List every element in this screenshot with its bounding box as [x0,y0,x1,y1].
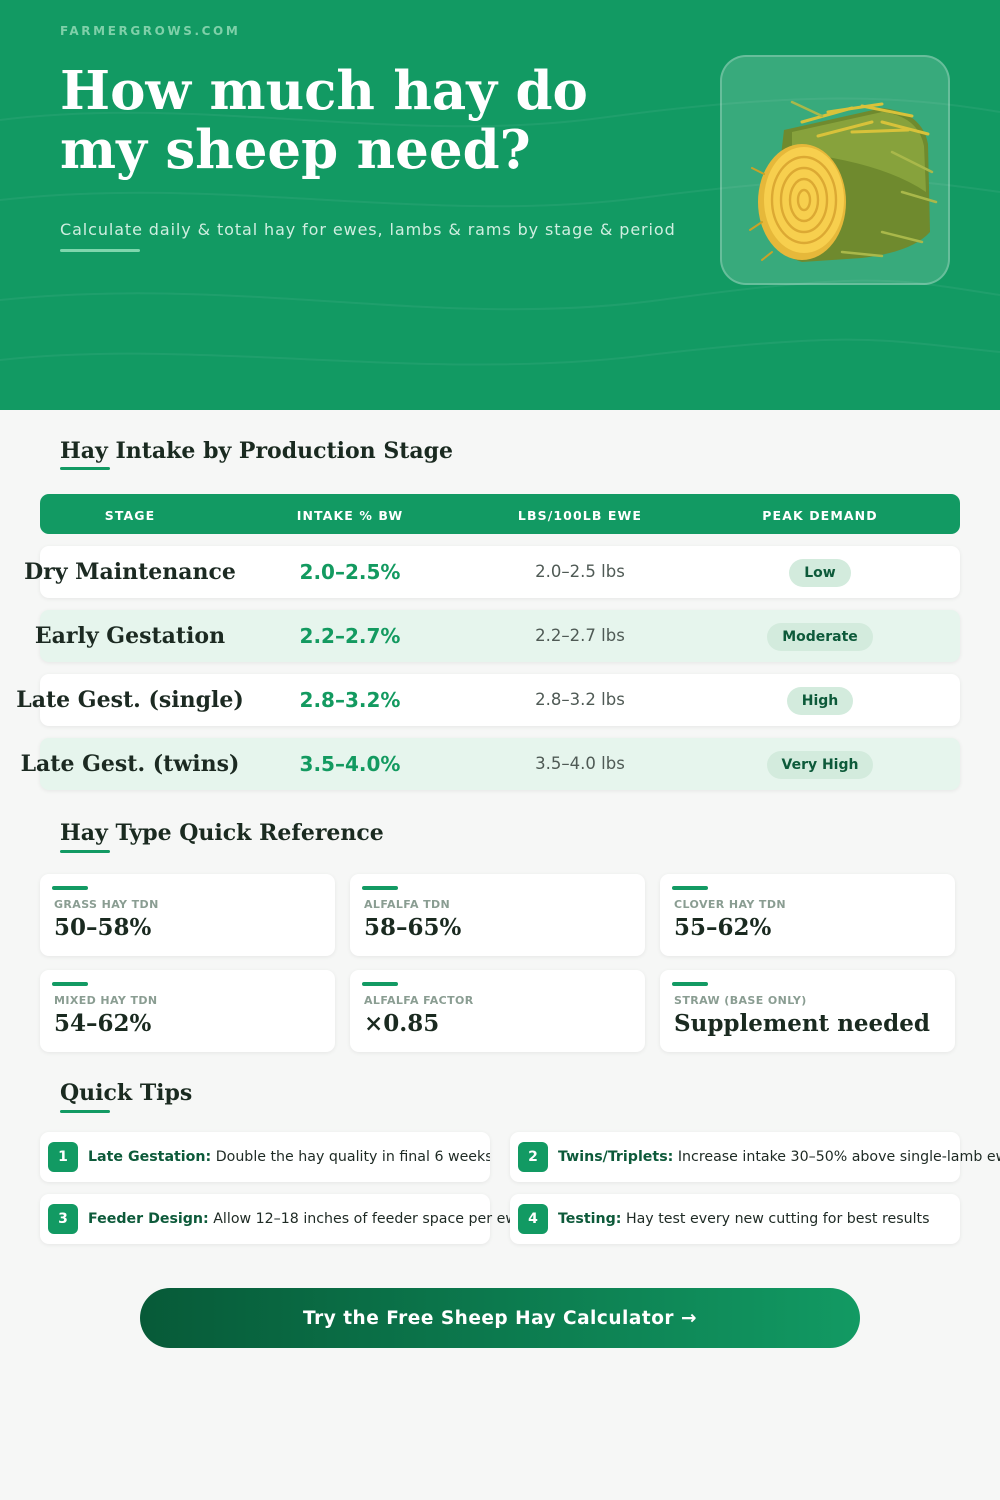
card-value: 54–62% [54,1010,152,1037]
lbs-per-ewe: 2.0–2.5 lbs [535,562,625,581]
card-accent [672,886,708,890]
card-value: Supplement needed [674,1010,930,1037]
demand-badge: Low [789,558,851,587]
tip-number-badge: 1 [48,1142,78,1172]
section-title-tips: Quick Tips [60,1080,193,1106]
title-line-2: my sheep need? [60,119,531,181]
tip-text: Twins/Triplets: Increase intake 30–50% a… [558,1132,1000,1182]
tip-body: Increase intake 30–50% above single-lamb… [673,1149,1000,1165]
reference-card: CLOVER HAY TDN 55–62% [660,874,955,956]
tip-text: Testing: Hay test every new cutting for … [558,1194,930,1244]
intake-percent: 2.2–2.7% [299,624,401,648]
card-value: ×0.85 [364,1010,440,1037]
stage-name: Dry Maintenance [24,559,236,585]
card-value: 50–58% [54,914,152,941]
table-row: Late Gest. (twins) 3.5–4.0% 3.5–4.0 lbs … [21,738,960,790]
hero-banner: FARMERGROWS.COM How much hay do my sheep… [0,0,1000,410]
card-accent [362,886,398,890]
section-title-reference: Hay Type Quick Reference [60,820,384,846]
reference-card: STRAW (BASE ONLY) Supplement needed [660,970,955,1052]
tip-text: Late Gestation: Double the hay quality i… [88,1132,490,1182]
intake-percent: 2.8–3.2% [299,688,401,712]
intake-percent: 2.0–2.5% [299,560,401,584]
tip-body: Hay test every new cutting for best resu… [621,1211,930,1227]
table-row: Early Gestation 2.2–2.7% 2.2–2.7 lbs Mod… [35,610,960,662]
hay-illustration-card [720,55,950,285]
column-header-intake: INTAKE % BW [296,508,404,523]
subtitle-underline [60,249,140,252]
lbs-per-ewe: 2.2–2.7 lbs [535,626,625,645]
table-header: STAGE INTAKE % BW LBS/100LB EWE PEAK DEM… [40,494,960,534]
card-accent [52,886,88,890]
peak-demand: Moderate [700,610,940,662]
card-accent [362,982,398,986]
demand-badge: Very High [766,750,874,779]
lbs-per-ewe: 2.8–3.2 lbs [535,690,625,709]
table-row: Late Gest. (single) 2.8–3.2% 2.8–3.2 lbs… [16,674,960,726]
tip-title: Feeder Design: [88,1211,209,1227]
tip-number-badge: 3 [48,1204,78,1234]
peak-demand: Low [700,546,940,598]
column-header-lbs: LBS/100LB EWE [517,508,643,523]
stage-name: Late Gest. (single) [16,687,244,713]
demand-badge: Moderate [767,622,873,651]
tip-title: Testing: [558,1211,622,1227]
lbs-per-ewe: 3.5–4.0 lbs [535,754,625,773]
card-accent [672,982,708,986]
tip-card: 1 Late Gestation: Double the hay quality… [40,1132,490,1182]
peak-demand: High [700,674,940,726]
card-label: ALFALFA FACTOR [364,994,474,1007]
intake-percent: 3.5–4.0% [299,752,401,776]
tip-body: Double the hay quality in final 6 weeks [211,1149,490,1165]
stage-name: Early Gestation [34,623,226,649]
tip-number-badge: 2 [518,1142,548,1172]
card-value: 55–62% [674,914,772,941]
page-subtitle: Calculate daily & total hay for ewes, la… [60,220,676,239]
reference-card: ALFALFA FACTOR ×0.85 [350,970,645,1052]
reference-card: GRASS HAY TDN 50–58% [40,874,335,956]
card-label: GRASS HAY TDN [54,898,159,911]
section-title-intake: Hay Intake by Production Stage [60,438,454,464]
tip-card: 3 Feeder Design: Allow 12–18 inches of f… [40,1194,510,1244]
card-label: ALFALFA TDN [364,898,451,911]
reference-card: ALFALFA TDN 58–65% [350,874,645,956]
card-value: 58–65% [364,914,462,941]
section-underline [60,467,110,470]
tip-card: 2 Twins/Triplets: Increase intake 30–50%… [510,1132,1000,1182]
brand-name: FARMERGROWS.COM [60,24,241,38]
section-underline [60,1110,110,1113]
hay-bale-icon [749,100,938,262]
tip-title: Late Gestation: [88,1149,212,1165]
page-title: How much hay do my sheep need? [60,62,680,180]
card-label: CLOVER HAY TDN [674,898,786,911]
column-header-stage: STAGE [104,508,156,523]
peak-demand: Very High [700,738,940,790]
card-accent [52,982,88,986]
tip-number-badge: 4 [518,1204,548,1234]
stage-name: Late Gest. (twins) [20,751,240,777]
tip-body: Allow 12–18 inches of feeder space per e… [208,1211,510,1227]
tip-title: Twins/Triplets: [558,1149,674,1165]
column-header-demand: PEAK DEMAND [762,508,878,523]
card-label: STRAW (BASE ONLY) [674,994,807,1007]
demand-badge: High [786,686,854,715]
section-underline [60,850,110,853]
title-line-1: How much hay do [60,60,588,122]
card-label: MIXED HAY TDN [54,994,158,1007]
tip-text: Feeder Design: Allow 12–18 inches of fee… [88,1194,510,1244]
calculator-cta-button[interactable]: Try the Free Sheep Hay Calculator → [140,1288,860,1348]
tip-card: 4 Testing: Hay test every new cutting fo… [510,1194,960,1244]
reference-card: MIXED HAY TDN 54–62% [40,970,335,1052]
table-row: Dry Maintenance 2.0–2.5% 2.0–2.5 lbs Low [24,546,960,598]
